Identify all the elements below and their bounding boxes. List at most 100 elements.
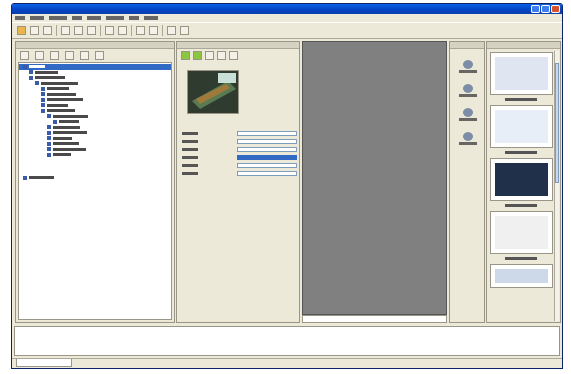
preview-thumbnail[interactable] [490, 52, 553, 95]
new-icon[interactable] [17, 26, 26, 35]
property-value-field[interactable] [237, 131, 297, 136]
preview-thumbnail[interactable] [490, 158, 553, 201]
tree-node-icon [41, 97, 45, 102]
tree-node[interactable] [41, 108, 75, 113]
preview-image [495, 216, 548, 249]
preview-label [505, 257, 537, 260]
preview-scroll-thumb[interactable] [555, 63, 559, 183]
explorer-toolbar [20, 51, 104, 60]
copy-icon[interactable] [74, 26, 83, 35]
tree-new-icon[interactable] [20, 51, 29, 60]
tool-button[interactable] [457, 84, 479, 100]
close-button[interactable] [551, 5, 560, 13]
run-icon[interactable] [136, 26, 145, 35]
tree-node[interactable] [47, 130, 87, 135]
tree-node-label [59, 120, 79, 123]
maximize-button[interactable] [541, 5, 550, 13]
preview-thumbnail[interactable] [490, 211, 553, 254]
tree-node[interactable] [47, 152, 71, 157]
object-tree[interactable] [18, 62, 172, 320]
toolbar-separator [131, 25, 132, 36]
property-value-field[interactable] [237, 155, 297, 160]
output-tab[interactable] [16, 359, 72, 367]
menu-item-4[interactable] [87, 16, 101, 20]
tool-button[interactable] [457, 132, 479, 148]
menu-item-6[interactable] [129, 16, 139, 20]
tree-node[interactable] [35, 81, 78, 86]
tree-node[interactable] [29, 70, 58, 75]
property-value-field[interactable] [237, 147, 297, 152]
tree-node[interactable] [47, 114, 88, 119]
preview-panel [486, 41, 561, 323]
property-value-field[interactable] [237, 139, 297, 144]
preview-label [505, 98, 537, 101]
menu-item-5[interactable] [106, 16, 124, 20]
toolbar-separator [56, 25, 57, 36]
property-value-field[interactable] [237, 171, 297, 176]
zoom-icon[interactable] [217, 51, 226, 60]
tree-expand-icon[interactable] [80, 51, 89, 60]
tree-node[interactable] [23, 64, 45, 69]
fit-icon[interactable] [229, 51, 238, 60]
menu-item-1[interactable] [30, 16, 44, 20]
menu-item-3[interactable] [72, 16, 82, 20]
tree-node[interactable] [47, 141, 79, 146]
properties-header [177, 42, 299, 49]
tree-node-icon [41, 108, 45, 113]
minimize-button[interactable] [531, 5, 540, 13]
tool-label [459, 70, 477, 73]
tree-node-label [53, 125, 80, 129]
tree-node[interactable] [23, 175, 54, 180]
tree-refresh-icon[interactable] [65, 51, 74, 60]
zoom-out-icon[interactable] [180, 26, 189, 35]
open-icon[interactable] [30, 26, 39, 35]
cut-icon[interactable] [61, 26, 70, 35]
tree-node-label [47, 103, 68, 107]
output-pane[interactable] [14, 326, 560, 356]
paste-icon[interactable] [87, 26, 96, 35]
toolbar-separator [100, 25, 101, 36]
tool-button[interactable] [457, 60, 479, 76]
explorer-panel [15, 41, 175, 323]
menu-item-7[interactable] [144, 16, 158, 20]
preview-thumbnail[interactable] [490, 105, 553, 148]
tree-node[interactable] [47, 147, 86, 152]
tree-node[interactable] [41, 86, 69, 91]
tree-node[interactable] [41, 92, 76, 97]
drawing-canvas[interactable] [302, 41, 447, 315]
toolbar-separator [162, 25, 163, 36]
preview-scrollbar[interactable] [554, 51, 559, 321]
save-icon[interactable] [43, 26, 52, 35]
zoom-in-icon[interactable] [167, 26, 176, 35]
object-thumbnail [187, 70, 239, 114]
tree-node[interactable] [41, 97, 83, 102]
undo-icon[interactable] [105, 26, 114, 35]
redo-icon[interactable] [118, 26, 127, 35]
tree-node[interactable] [53, 119, 79, 124]
property-value-field[interactable] [237, 163, 297, 168]
tree-node[interactable] [47, 125, 80, 130]
tool-button[interactable] [457, 108, 479, 124]
preview-thumbnail[interactable] [490, 264, 553, 288]
tree-node-icon [35, 81, 39, 85]
tree-node-icon [47, 136, 51, 140]
tree-node[interactable] [47, 136, 72, 141]
tree-collapse-icon[interactable] [95, 51, 104, 60]
tree-node-label [53, 114, 88, 118]
stop-icon[interactable] [149, 26, 158, 35]
menu-item-2[interactable] [49, 16, 67, 20]
tree-delete-icon[interactable] [50, 51, 59, 60]
tree-open-icon[interactable] [35, 51, 44, 60]
grid-icon[interactable] [205, 51, 214, 60]
tree-node-icon [53, 119, 57, 124]
tree-node-label [29, 176, 54, 179]
preview-image [495, 110, 548, 143]
forward-icon[interactable] [193, 51, 202, 60]
tree-node[interactable] [29, 75, 65, 80]
tree-node-label [47, 92, 76, 96]
menu-item-0[interactable] [15, 16, 25, 20]
tree-node-label [29, 65, 45, 68]
canvas-scrollbar[interactable] [302, 315, 447, 323]
play-icon[interactable] [181, 51, 190, 60]
tree-node[interactable] [41, 103, 68, 108]
